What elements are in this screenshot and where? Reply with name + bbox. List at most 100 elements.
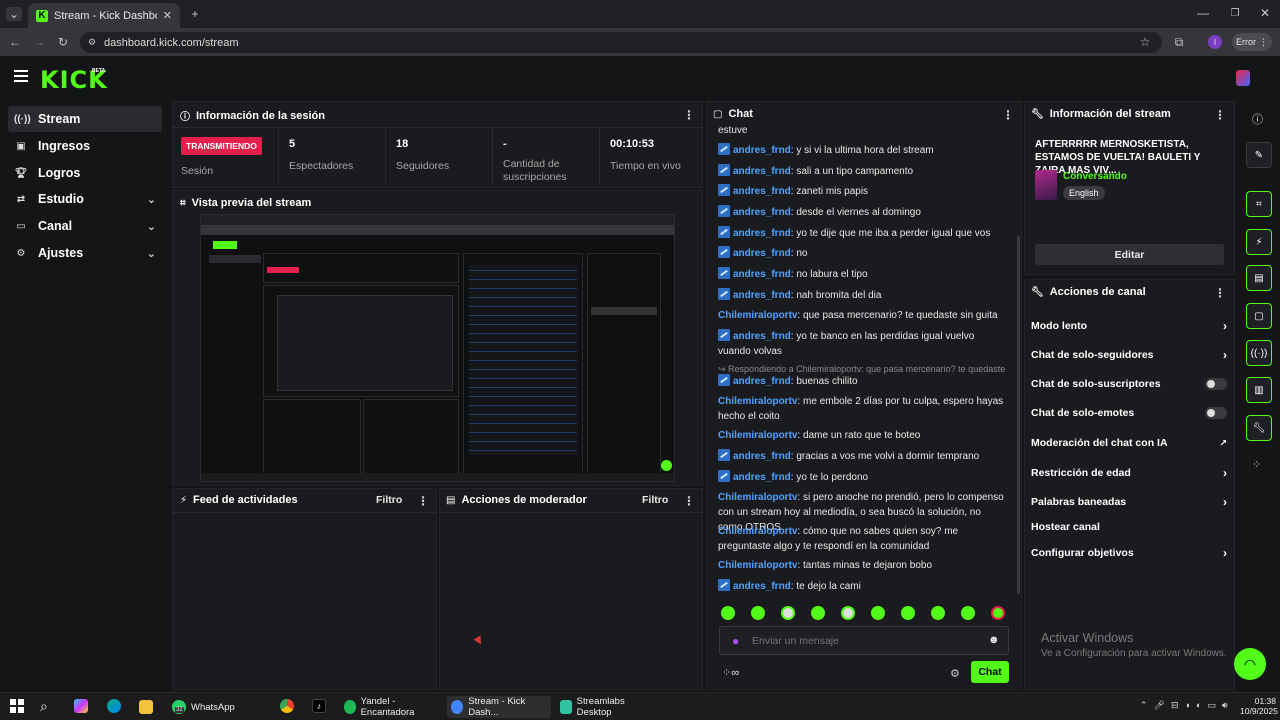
sidebar-item-ingresos[interactable]: ▣ Ingresos (8, 133, 162, 159)
sidebar-item-estudio[interactable]: ⇄ Estudio ⌄ (8, 186, 162, 212)
emote-icon[interactable] (751, 606, 765, 620)
action-age-restriction[interactable]: Restricción de edad › (1031, 466, 1227, 480)
action-banned-words[interactable]: Palabras baneadas › (1031, 495, 1227, 509)
back-icon[interactable]: ← (8, 35, 22, 49)
new-tab-icon[interactable]: + (188, 7, 202, 21)
action-ai-moderation[interactable]: Moderación del chat con IA ↗ (1031, 437, 1227, 449)
emotes-only-toggle[interactable] (1205, 407, 1227, 419)
taskbar-app-spotify[interactable]: Yandel - Encantadora (340, 696, 440, 718)
sidebar-item-canal[interactable]: ▭ Canal ⌄ (8, 213, 162, 239)
forward-icon[interactable]: → (32, 35, 46, 49)
chat-username[interactable]: andres_frnd (733, 248, 791, 259)
windows-start-icon[interactable] (10, 699, 24, 713)
moderator-filter-button[interactable]: Filtro (642, 494, 668, 506)
chat-username[interactable]: Chilemiraloportv (718, 310, 797, 321)
system-tray-icons[interactable]: ⌃🎤︎⊟◑◐▭🔊︎ (1140, 700, 1234, 711)
chat-username[interactable]: Chilemiraloportv (718, 560, 797, 571)
activity-filter-button[interactable]: Filtro (376, 494, 402, 506)
emote-icon[interactable] (781, 606, 795, 620)
chat-username[interactable]: andres_frnd (733, 290, 791, 301)
maximize-icon[interactable]: ❐ (1228, 6, 1242, 20)
chat-username[interactable]: Chilemiraloportv (718, 492, 797, 503)
copilot-icon[interactable] (74, 699, 88, 713)
user-avatar[interactable] (1236, 70, 1250, 86)
hamburger-menu-icon[interactable] (14, 70, 28, 82)
emote-icon[interactable] (931, 606, 945, 620)
support-chat-icon[interactable]: ◠ (1234, 648, 1266, 680)
emote-icon[interactable] (841, 606, 855, 620)
stream-category[interactable]: Conversando (1063, 171, 1127, 182)
emote-icon[interactable] (961, 606, 975, 620)
chat-username[interactable]: andres_frnd (733, 145, 791, 156)
chat-username[interactable]: andres_frnd (733, 376, 791, 387)
moderator-menu-icon[interactable]: ⋮ (683, 494, 695, 508)
action-host-channel[interactable]: Hostear canal (1031, 521, 1227, 533)
microphone-icon[interactable]: ● (732, 634, 739, 648)
stream-preview-video[interactable] (200, 214, 675, 482)
rail-chat-icon[interactable]: ▢ (1246, 303, 1272, 329)
emote-icon[interactable] (901, 606, 915, 620)
action-followers-only[interactable]: Chat de solo-seguidores › (1031, 348, 1227, 362)
chat-username[interactable]: andres_frnd (733, 207, 791, 218)
emote-icon[interactable] (811, 606, 825, 620)
chat-menu-icon[interactable]: ⋮ (1002, 108, 1014, 122)
stream-info-menu-icon[interactable]: ⋮ (1214, 108, 1226, 122)
error-menu-button[interactable]: Error ⋮ (1232, 33, 1272, 51)
tab-kick-dashboard[interactable]: K Stream - Kick Dashboard ✕ (28, 3, 180, 28)
rail-clipboard-icon[interactable]: ▤ (1246, 265, 1272, 291)
activity-menu-icon[interactable]: ⋮ (417, 494, 429, 508)
emote-icon[interactable] (991, 606, 1005, 620)
chat-username[interactable]: Chilemiraloportv (718, 396, 797, 407)
chat-input-box[interactable]: ● ☻ (719, 626, 1009, 655)
site-info-icon[interactable]: ⚙ (86, 36, 98, 48)
edge-icon[interactable] (107, 699, 121, 713)
tiktok-icon[interactable]: ♪ (312, 699, 326, 713)
file-explorer-icon[interactable] (139, 700, 153, 714)
chat-username[interactable]: andres_frnd (733, 269, 791, 280)
chat-username[interactable]: andres_frnd (733, 331, 791, 342)
sidebar-item-ajustes[interactable]: ⚙ Ajustes ⌄ (8, 240, 162, 266)
chat-message-input[interactable] (752, 633, 972, 649)
chat-username[interactable]: Chilemiraloportv (718, 526, 797, 537)
rail-layout-icon[interactable]: ▥ (1246, 377, 1272, 403)
chat-username[interactable]: andres_frnd (733, 228, 791, 239)
chrome-icon[interactable] (280, 699, 294, 713)
rail-more-icon[interactable]: ⁘ (1252, 458, 1261, 471)
taskbar-app-streamlabs[interactable]: Streamlabs Desktop (556, 696, 652, 718)
rail-lightning-icon[interactable]: ⚡︎ (1246, 229, 1272, 255)
rail-edit-icon[interactable]: ✎ (1246, 142, 1272, 168)
window-close-icon[interactable]: ✕ (1258, 6, 1272, 20)
sidebar-item-logros[interactable]: 🏆︎ Logros (8, 160, 162, 186)
minimize-icon[interactable]: — (1196, 6, 1210, 20)
chat-username[interactable]: andres_frnd (733, 581, 791, 592)
bookmark-star-icon[interactable]: ☆ (1138, 35, 1152, 49)
chat-username[interactable]: Chilemiraloportv (718, 430, 797, 441)
chat-username[interactable]: andres_frnd (733, 166, 791, 177)
emote-icon[interactable] (721, 606, 735, 620)
rail-wrench-icon[interactable]: 🔧︎ (1246, 415, 1272, 441)
extensions-icon[interactable]: ⧉ (1172, 35, 1186, 49)
taskbar-search-icon[interactable]: ⌕ (40, 698, 48, 715)
sidebar-item-stream[interactable]: ((·)) Stream (8, 106, 162, 132)
chat-settings-gear-icon[interactable]: ⚙ (950, 667, 960, 680)
reload-icon[interactable]: ↻ (56, 35, 70, 49)
emoji-picker-icon[interactable]: ☻ (988, 634, 1000, 646)
edit-stream-button[interactable]: Editar (1035, 244, 1224, 265)
send-chat-button[interactable]: Chat (971, 661, 1009, 683)
profile-avatar[interactable]: I (1208, 35, 1222, 49)
tab-close-icon[interactable]: ✕ (163, 9, 172, 22)
rail-broadcast-icon[interactable]: ((·)) (1246, 340, 1272, 366)
chat-username[interactable]: andres_frnd (733, 451, 791, 462)
action-configure-goals[interactable]: Configurar objetivos › (1031, 546, 1227, 560)
emote-icon[interactable] (871, 606, 885, 620)
session-menu-icon[interactable]: ⋮ (683, 108, 695, 122)
taskbar-app-chrome-kick[interactable]: Stream - Kick Dash... (447, 696, 551, 718)
clock[interactable]: 01:38 10/9/2025 (1240, 696, 1278, 716)
rail-info-icon[interactable]: ⓘ (1252, 111, 1263, 127)
channel-actions-menu-icon[interactable]: ⋮ (1214, 286, 1226, 300)
url-input[interactable]: dashboard.kick.com/stream (80, 32, 1162, 53)
chat-scrollbar[interactable] (1017, 236, 1020, 594)
rail-preview-icon[interactable]: ⌗ (1246, 191, 1272, 217)
chat-username[interactable]: andres_frnd (733, 186, 791, 197)
chat-username[interactable]: andres_frnd (733, 472, 791, 483)
